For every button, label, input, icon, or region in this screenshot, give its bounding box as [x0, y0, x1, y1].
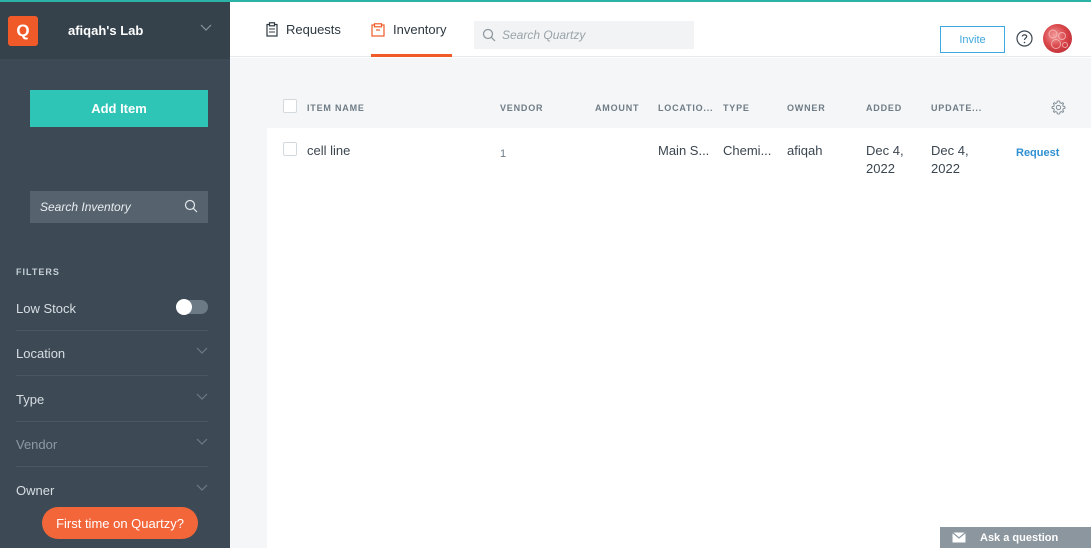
col-item-name[interactable]: ITEM NAME: [307, 103, 365, 113]
tab-label: Inventory: [393, 22, 447, 37]
filter-label: Location: [16, 345, 66, 361]
filter-location[interactable]: Location: [16, 331, 208, 376]
inventory-search-input[interactable]: Search Inventory: [30, 191, 208, 223]
box-icon: [371, 22, 385, 37]
ask-question-label: Ask a question: [980, 531, 1059, 544]
request-link[interactable]: Request: [1016, 147, 1059, 159]
filter-label: Low Stock: [16, 300, 76, 316]
col-location[interactable]: LOCATIO...: [658, 103, 713, 113]
filters-heading: FILTERS: [16, 267, 60, 277]
col-type[interactable]: TYPE: [723, 103, 750, 113]
ask-question-button[interactable]: Ask a question: [940, 527, 1091, 548]
inventory-main: ITEM NAME VENDOR AMOUNT LOCATIO... TYPE …: [230, 58, 1091, 548]
filter-label: Vendor: [16, 436, 58, 452]
chevron-down-icon: [196, 438, 208, 445]
cell-updated-date: Dec 4,: [931, 143, 969, 158]
col-amount[interactable]: AMOUNT: [595, 103, 639, 113]
invite-button[interactable]: Invite: [940, 26, 1005, 53]
select-all-checkbox[interactable]: [283, 99, 297, 113]
filter-type[interactable]: Type: [16, 377, 208, 422]
inventory-search-placeholder: Search Inventory: [40, 200, 131, 214]
tab-requests[interactable]: Requests: [266, 2, 341, 57]
chevron-down-icon: [196, 347, 208, 354]
quartzy-logo: Q: [8, 15, 38, 46]
filter-label: Type: [16, 391, 45, 407]
clipboard-icon: [266, 22, 278, 37]
cell-added-date: Dec 4,: [866, 143, 904, 158]
low-stock-toggle[interactable]: [176, 299, 208, 315]
cell-updated-year: 2022: [931, 161, 960, 176]
global-search-input[interactable]: Search Quartzy: [474, 21, 694, 49]
chevron-down-icon: [196, 484, 208, 491]
filter-low-stock[interactable]: Low Stock: [16, 286, 208, 331]
first-time-button[interactable]: First time on Quartzy?: [42, 507, 198, 539]
global-search-placeholder: Search Quartzy: [502, 28, 586, 42]
add-item-button[interactable]: Add Item: [30, 90, 208, 127]
top-nav: Requests Inventory Search Quartzy Invite: [230, 0, 1091, 57]
col-updated[interactable]: UPDATE...: [931, 103, 982, 113]
search-icon: [184, 199, 198, 213]
chevron-down-icon: [196, 393, 208, 400]
filter-vendor[interactable]: Vendor: [16, 422, 208, 467]
col-vendor[interactable]: VENDOR: [500, 103, 543, 113]
cell-added-year: 2022: [866, 161, 895, 176]
col-owner[interactable]: OWNER: [787, 103, 826, 113]
user-avatar[interactable]: [1043, 24, 1072, 53]
search-icon: [482, 28, 496, 42]
sidebar: Q afiqah's Lab Add Item Search Inventory…: [0, 0, 230, 548]
cell-item-name[interactable]: cell line: [307, 142, 350, 160]
avatar-pattern-icon: [1048, 29, 1068, 49]
chevron-down-icon: [200, 24, 212, 31]
envelope-icon: [952, 532, 966, 543]
help-icon[interactable]: [1016, 30, 1033, 47]
tab-label: Requests: [286, 22, 341, 37]
tab-inventory[interactable]: Inventory: [371, 2, 452, 57]
cell-owner: afiqah: [787, 143, 823, 158]
lab-switcher[interactable]: Q afiqah's Lab: [0, 2, 230, 59]
cell-type: Chemi...: [723, 143, 772, 158]
lab-name: afiqah's Lab: [68, 23, 144, 38]
inventory-table: ITEM NAME VENDOR AMOUNT LOCATIO... TYPE …: [267, 86, 1091, 548]
row-checkbox[interactable]: [283, 142, 297, 156]
gear-icon[interactable]: [1051, 100, 1066, 115]
filter-label: Owner: [16, 483, 55, 498]
cell-vendor: 1: [500, 148, 507, 160]
col-added[interactable]: ADDED: [866, 103, 902, 113]
table-header: ITEM NAME VENDOR AMOUNT LOCATIO... TYPE …: [267, 86, 1091, 128]
cell-location: Main S...: [658, 143, 710, 158]
